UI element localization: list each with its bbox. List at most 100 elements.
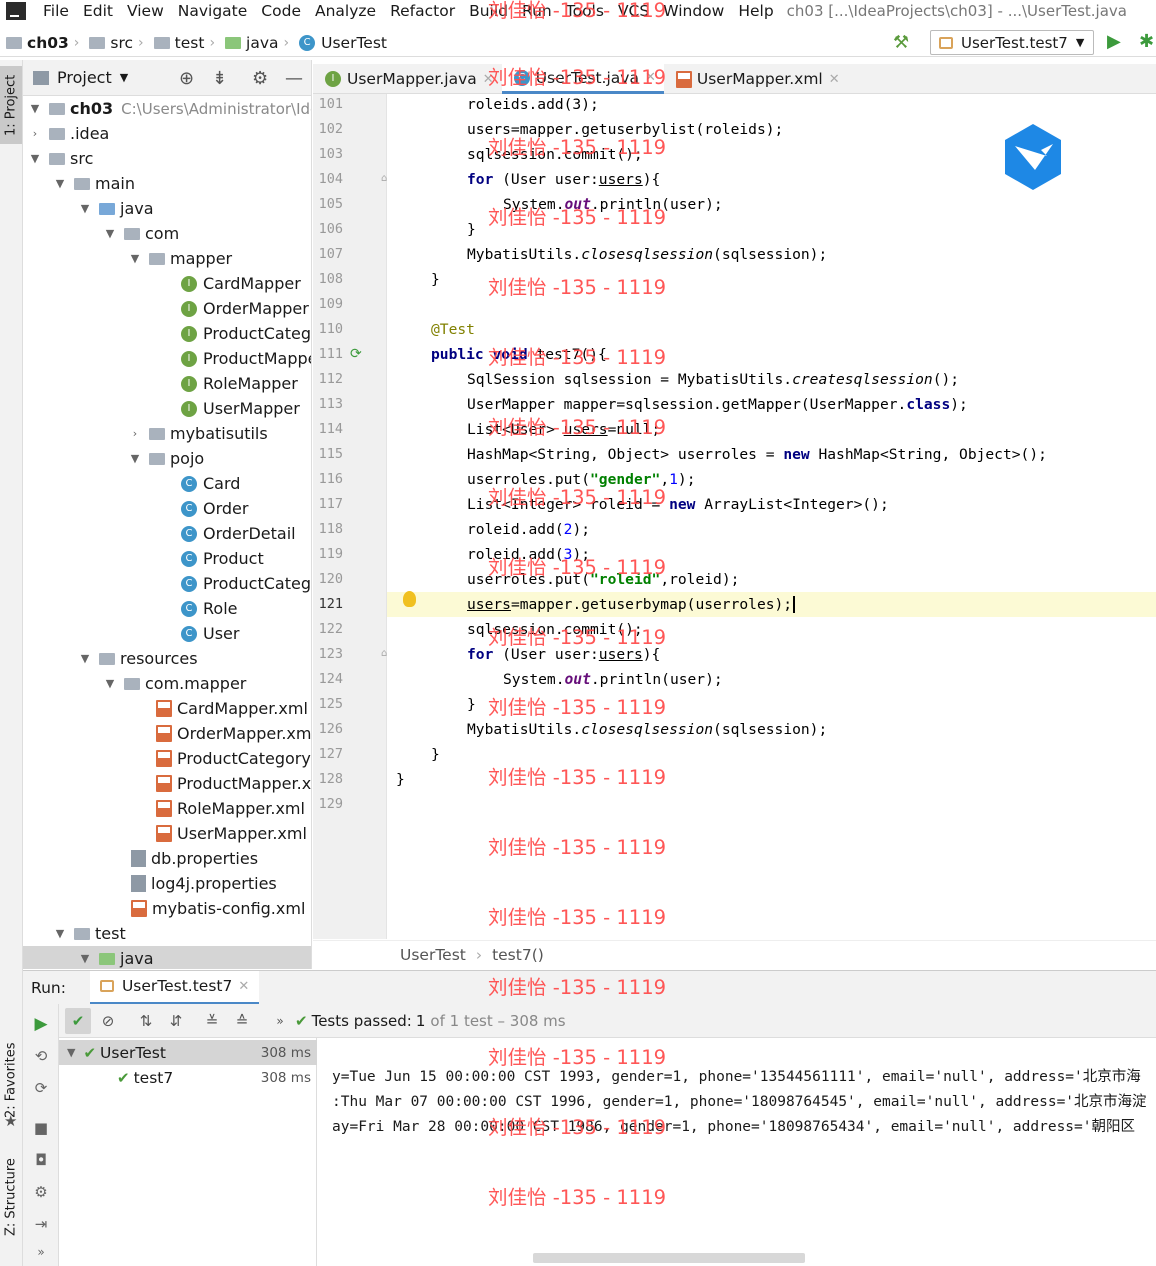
locate-icon[interactable]: ⊕: [179, 68, 194, 89]
menu-window[interactable]: Window: [656, 2, 731, 20]
menu-help[interactable]: Help: [731, 2, 780, 20]
tree-item-productmapper[interactable]: I ProductMappe: [23, 346, 311, 371]
test-case-row[interactable]: ✔ test7 308 ms: [59, 1065, 317, 1090]
tab-usermapper-java[interactable]: I UserMapper.java ✕: [313, 64, 502, 94]
breadcrumb-method[interactable]: test7(): [492, 946, 544, 964]
tree-item-productmapper-xml[interactable]: ProductMapper.xn: [23, 771, 311, 796]
menu-run[interactable]: Run: [515, 2, 559, 20]
crumb-java[interactable]: java ›: [225, 34, 293, 52]
show-passed-icon[interactable]: ✔: [65, 1007, 91, 1034]
hide-icon[interactable]: —: [285, 68, 303, 89]
tree-item-rolemapper[interactable]: I RoleMapper: [23, 371, 298, 396]
menu-navigate[interactable]: Navigate: [171, 2, 255, 20]
tree-item-usermapper-xml[interactable]: UserMapper.xml: [23, 821, 307, 846]
build-hammer-icon[interactable]: ⚒: [893, 32, 909, 53]
tree-item-card[interactable]: C Card: [23, 471, 240, 496]
rerun-icon[interactable]: ▶: [29, 1012, 53, 1036]
console-output[interactable]: y=Tue Jun 15 00:00:00 CST 1993, gender=1…: [318, 1038, 1156, 1266]
tree-item-com[interactable]: ▼ com: [23, 221, 179, 246]
run-tab-usertest-test7[interactable]: UserTest.test7 ✕: [89, 970, 260, 1005]
tab-usertest-java[interactable]: C UserTest.java ✕: [501, 64, 664, 94]
toggle-autotest-icon[interactable]: ⟳: [29, 1076, 53, 1100]
stop-icon[interactable]: ■: [29, 1116, 53, 1140]
menu-edit[interactable]: Edit: [76, 2, 120, 20]
tree-item-order[interactable]: C Order: [23, 496, 248, 521]
tree-item-main[interactable]: ▼ main: [23, 171, 135, 196]
tree-item-test[interactable]: ▼ test: [23, 921, 126, 946]
chevron-down-icon[interactable]: ▼: [120, 71, 128, 84]
camera-icon[interactable]: ◘: [29, 1148, 53, 1172]
structure-tool-tab[interactable]: Z: Structure: [0, 1152, 22, 1242]
menu-file[interactable]: File: [36, 2, 76, 20]
close-icon[interactable]: ✕: [645, 70, 656, 85]
menu-code[interactable]: Code: [254, 2, 308, 20]
debug-icon[interactable]: ✱: [1139, 31, 1154, 52]
tree-item-role[interactable]: C Role: [23, 596, 237, 621]
tree-item-log4j-properties[interactable]: log4j.properties: [23, 871, 277, 896]
close-icon[interactable]: ✕: [483, 72, 494, 87]
tree-item-rolemapper-xml[interactable]: RoleMapper.xml: [23, 796, 305, 821]
close-icon[interactable]: ✕: [238, 979, 249, 994]
menu-refactor[interactable]: Refactor: [383, 2, 462, 20]
tree-item-com-mapper[interactable]: ▼ com.mapper: [23, 671, 247, 696]
tree-item-orderdetail[interactable]: C OrderDetail: [23, 521, 296, 546]
collapse-all-icon[interactable]: ⇟: [212, 68, 227, 89]
horizontal-scrollbar[interactable]: [533, 1253, 805, 1263]
tree-item-ordermapper-xml[interactable]: OrderMapper.xml: [23, 721, 311, 746]
tree-item-java[interactable]: ▼ java: [23, 196, 154, 221]
tree-item-usermapper[interactable]: I UserMapper: [23, 396, 300, 421]
tree-item-productcategorymapper-xml[interactable]: ProductCategoryM: [23, 746, 311, 771]
fold-marker-icon[interactable]: ⌂: [381, 648, 387, 659]
menu-vcs[interactable]: VCS: [611, 2, 656, 20]
show-ignored-icon[interactable]: ⊘: [95, 1008, 121, 1034]
more-icon[interactable]: »: [267, 1008, 293, 1034]
breadcrumb-class[interactable]: UserTest: [400, 946, 466, 964]
expand-all-icon[interactable]: ≚: [199, 1008, 225, 1034]
sort-alpha-icon[interactable]: ⇅: [133, 1008, 159, 1034]
tree-item-cardmapper-xml[interactable]: CardMapper.xml: [23, 696, 308, 721]
code-editor[interactable]: roleids.add(3); users=mapper.getuserbyli…: [388, 94, 1156, 939]
exit-icon[interactable]: ⇥: [29, 1212, 53, 1236]
rerun-failed-icon[interactable]: ⟲: [29, 1044, 53, 1068]
sort-duration-icon[interactable]: ⇵: [163, 1008, 189, 1034]
lightbulb-icon[interactable]: [403, 591, 416, 607]
tab-usermapper-xml[interactable]: UserMapper.xml ✕: [664, 64, 848, 94]
tree-item-mybatis-config[interactable]: mybatis-config.xml: [23, 896, 305, 921]
tree-item-productcategorymapper[interactable]: I ProductCatego: [23, 321, 311, 346]
menu-tools[interactable]: Tools: [559, 2, 611, 20]
test-suite-row[interactable]: ▼ ✔ UserTest 308 ms: [59, 1040, 317, 1065]
tree-item-user[interactable]: C User: [23, 621, 239, 646]
tree-item-cardmapper[interactable]: I CardMapper: [23, 271, 301, 296]
run-test-gutter-icon[interactable]: ⟳: [350, 346, 362, 362]
tree-item-resources[interactable]: ▼ resources: [23, 646, 198, 671]
settings-icon[interactable]: ⚙: [29, 1180, 53, 1204]
run-config-select[interactable]: UserTest.test7 ▼: [930, 30, 1094, 55]
menu-analyze[interactable]: Analyze: [308, 2, 383, 20]
tree-item-db-properties[interactable]: db.properties: [23, 846, 258, 871]
run-icon[interactable]: ▶: [1107, 31, 1121, 52]
tree-item-pojo[interactable]: ▼ pojo: [23, 446, 204, 471]
tree-item-ordermapper[interactable]: I OrderMapper: [23, 296, 309, 321]
menu-view[interactable]: View: [120, 2, 171, 20]
tree-item-productcategory[interactable]: C ProductCatego: [23, 571, 311, 596]
crumb-test[interactable]: test ›: [153, 34, 219, 52]
tree-item-product[interactable]: C Product: [23, 546, 264, 571]
crumb-usertest[interactable]: C UserTest: [299, 34, 387, 52]
crumb-src[interactable]: src ›: [89, 34, 147, 52]
project-panel-title[interactable]: Project: [57, 68, 112, 87]
tree-root-ch03[interactable]: ▼ch03C:\Users\Administrator\IdeaProjects…: [23, 96, 311, 121]
more-icon[interactable]: »: [29, 1240, 53, 1264]
tree-item-src[interactable]: ▼ src: [23, 146, 94, 171]
fold-marker-icon[interactable]: ⌂: [381, 173, 387, 184]
tree-item-mapper[interactable]: ▼ mapper: [23, 246, 232, 271]
tree-item-mybatisutils[interactable]: › mybatisutils: [23, 421, 268, 446]
gear-icon[interactable]: ⚙: [252, 68, 268, 89]
line-number: 107: [318, 246, 343, 262]
collapse-all-icon[interactable]: ≙: [229, 1008, 255, 1034]
close-icon[interactable]: ✕: [829, 72, 840, 87]
tree-item-test-java[interactable]: ▼ java: [23, 946, 311, 969]
project-tool-tab[interactable]: 1: Project: [0, 66, 22, 144]
menu-build[interactable]: Build: [462, 2, 515, 20]
tree-item-idea[interactable]: › .idea: [23, 121, 110, 146]
crumb-ch03[interactable]: ch03 ›: [6, 34, 83, 52]
